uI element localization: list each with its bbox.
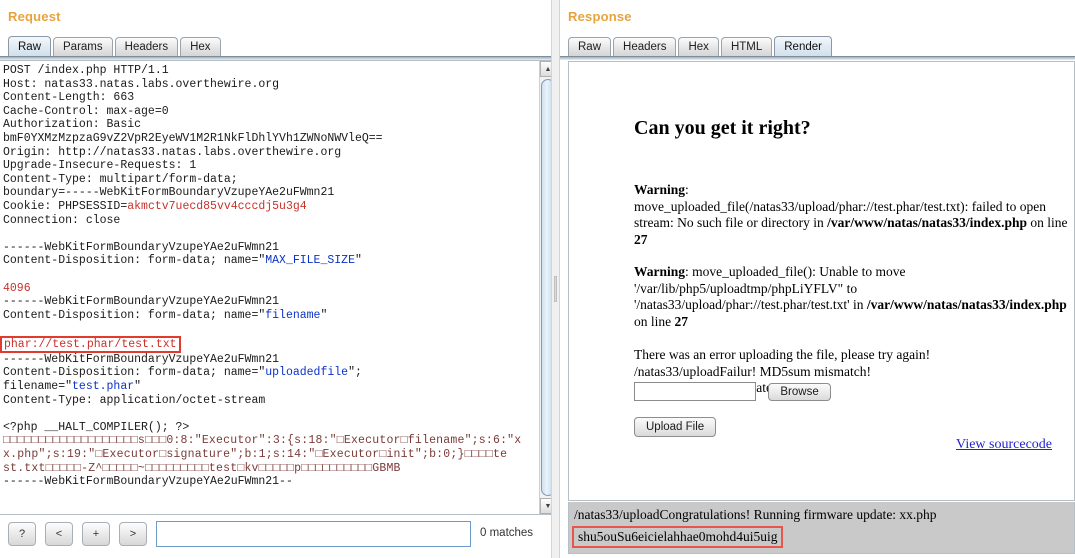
request-raw-editor[interactable]: POST /index.php HTTP/1.1 Host: natas33.n… — [0, 60, 557, 515]
search-input[interactable] — [156, 521, 471, 547]
warning-1-on-line: on line — [1030, 215, 1068, 230]
search-matches-label: 0 matches — [480, 527, 534, 539]
tab-response-hex[interactable]: Hex — [678, 37, 719, 58]
burp-suite-window: Request Raw Params Headers Hex POST /ind… — [0, 0, 1075, 558]
warning-2-line-no: 27 — [674, 313, 689, 329]
highlighted-phar-path: phar://test.phar/test.txt — [0, 335, 181, 353]
warning-2-file: /var/www/natas/natas33/index.php — [866, 297, 1067, 312]
response-tabstrip: Raw Headers Hex HTML Render — [568, 36, 832, 58]
request-panel: Request Raw Params Headers Hex POST /ind… — [0, 0, 558, 558]
tab-response-html[interactable]: HTML — [720, 37, 773, 58]
request-raw-text: POST /index.php HTTP/1.1 Host: natas33.n… — [0, 64, 523, 489]
warning-2-on-line: on line — [634, 313, 672, 329]
footer-status-line: /natas33/uploadCongratulations! Running … — [574, 507, 937, 522]
upload-failure-line: /natas33/uploadFailur! MD5sum mismatch! — [634, 363, 871, 379]
response-panel: Response Raw Headers Hex HTML Render Can… — [560, 0, 1075, 558]
page-heading: Can you get it right? — [634, 117, 811, 139]
tab-request-headers[interactable]: Headers — [114, 37, 179, 58]
flag-value-highlight: shu5ouSu6eicielahhae0mohd4ui5uig — [572, 526, 784, 548]
warning-1-line-no: 27 — [634, 231, 648, 247]
tab-response-headers[interactable]: Headers — [613, 37, 677, 58]
rendered-page: Can you get it right? Warning: move_uplo… — [569, 62, 1074, 500]
response-render-frame: Can you get it right? Warning: move_uplo… — [568, 61, 1075, 501]
search-prev-button[interactable]: < — [45, 522, 73, 546]
response-tab-underline — [560, 56, 1075, 60]
tab-response-raw[interactable]: Raw — [568, 37, 612, 58]
response-footer-strip: /natas33/uploadCongratulations! Running … — [568, 502, 1075, 554]
warning-2-label: Warning — [634, 264, 686, 279]
search-next-button[interactable]: > — [119, 522, 147, 546]
request-search-bar: ? < + > 0 matches — [0, 518, 557, 556]
file-upload-row: Browse — [634, 382, 831, 401]
browse-button[interactable]: Browse — [768, 382, 831, 401]
warning-1-label: Warning — [634, 182, 686, 197]
search-help-button[interactable]: ? — [8, 522, 36, 546]
request-tabstrip: Raw Params Headers Hex — [8, 36, 221, 58]
request-panel-title: Request — [8, 9, 61, 24]
view-sourcecode-link[interactable]: View sourcecode — [956, 437, 1052, 453]
upload-file-button[interactable]: Upload File — [634, 417, 717, 437]
tab-request-hex[interactable]: Hex — [180, 37, 221, 58]
warning-message-2: Warning: move_uploaded_file(): Unable to… — [634, 264, 1074, 330]
search-add-button[interactable]: + — [82, 522, 110, 546]
max-file-size-value: 4096 — [3, 281, 31, 295]
response-panel-title: Response — [568, 9, 632, 24]
warning-1-file: /var/www/natas/natas33/index.php — [827, 215, 1027, 230]
tab-request-params[interactable]: Params — [53, 37, 113, 58]
tab-request-raw[interactable]: Raw — [8, 36, 52, 58]
file-path-input[interactable] — [634, 382, 756, 401]
tab-response-render[interactable]: Render — [774, 36, 832, 58]
upload-error-line: There was an error uploading the file, p… — [634, 347, 931, 362]
splitter-grip-icon[interactable] — [554, 276, 557, 302]
warning-message-1: Warning: move_uploaded_file(/natas33/upl… — [634, 182, 1068, 247]
panel-splitter[interactable] — [551, 0, 560, 558]
